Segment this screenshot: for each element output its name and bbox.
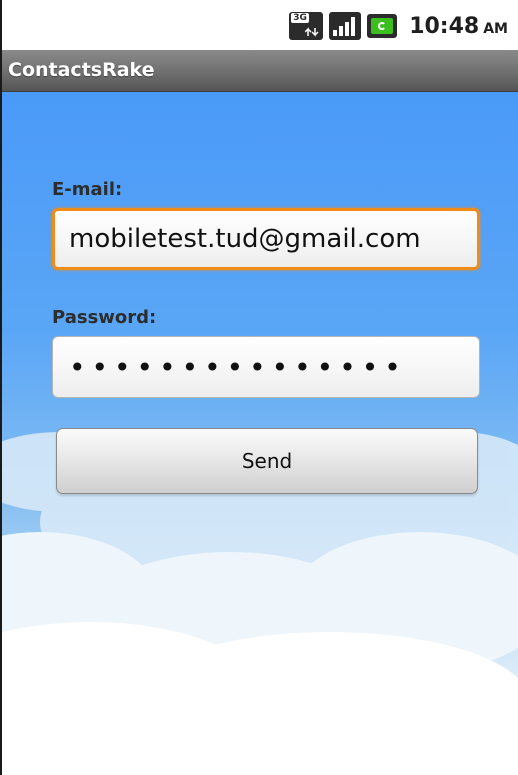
email-value: mobiletest.tud@gmail.com (69, 224, 421, 254)
password-label: Password: (52, 307, 157, 328)
app-title-bar: ContactsRake (0, 50, 518, 92)
clock-ampm: AM (483, 20, 508, 37)
password-field[interactable]: ••••••••••••••• (52, 336, 480, 398)
signal-strength-icon (329, 12, 362, 40)
status-icons: 3G 10:48 AM (289, 12, 508, 40)
network-3g-icon: 3G (289, 12, 324, 40)
screen-left-border (0, 50, 2, 775)
clock-time: 10:48 (409, 13, 480, 39)
send-button-label: Send (241, 449, 293, 473)
app-screen: 3G 10:48 AM ContactsRake E-mail: mobilet… (0, 0, 518, 775)
app-title: ContactsRake (8, 59, 155, 81)
login-form-area: E-mail: mobiletest.tud@gmail.com Passwor… (0, 92, 518, 775)
data-arrows-icon (305, 27, 319, 37)
email-field[interactable]: mobiletest.tud@gmail.com (52, 208, 480, 270)
password-masked-value: ••••••••••••••• (69, 350, 407, 384)
send-button[interactable]: Send (56, 428, 478, 494)
network-type-label: 3G (291, 13, 309, 23)
battery-charging-icon (367, 14, 398, 38)
status-clock: 10:48 AM (409, 14, 508, 39)
email-label: E-mail: (52, 179, 123, 200)
status-bar: 3G 10:48 AM (0, 0, 518, 50)
